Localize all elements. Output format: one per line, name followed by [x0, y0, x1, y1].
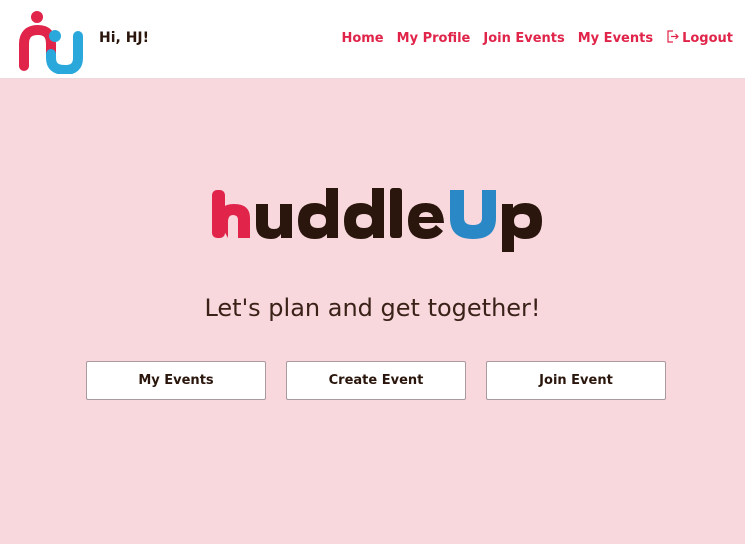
- nav-my-events-link[interactable]: My Events: [578, 31, 653, 46]
- logout-label: Logout: [682, 31, 733, 46]
- nav-links: Home My Profile Join Events My Events Lo…: [341, 30, 733, 47]
- my-events-button[interactable]: My Events: [86, 361, 266, 400]
- top-navbar: Hi, HJ! Home My Profile Join Events My E…: [0, 0, 745, 79]
- huddleup-logo-icon[interactable]: [18, 6, 84, 76]
- nav-logout-link[interactable]: Logout: [666, 30, 733, 47]
- huddleup-brand-logo: [208, 180, 548, 260]
- join-event-button[interactable]: Join Event: [486, 361, 666, 400]
- tagline-text: Let's plan and get together!: [204, 294, 541, 322]
- create-event-button[interactable]: Create Event: [286, 361, 466, 400]
- nav-home-link[interactable]: Home: [341, 31, 383, 46]
- nav-join-events-link[interactable]: Join Events: [483, 31, 564, 46]
- nav-my-profile-link[interactable]: My Profile: [397, 31, 471, 46]
- brand-letter-h: [212, 190, 250, 238]
- user-greeting: Hi, HJ!: [99, 30, 150, 46]
- logout-icon: [666, 30, 679, 47]
